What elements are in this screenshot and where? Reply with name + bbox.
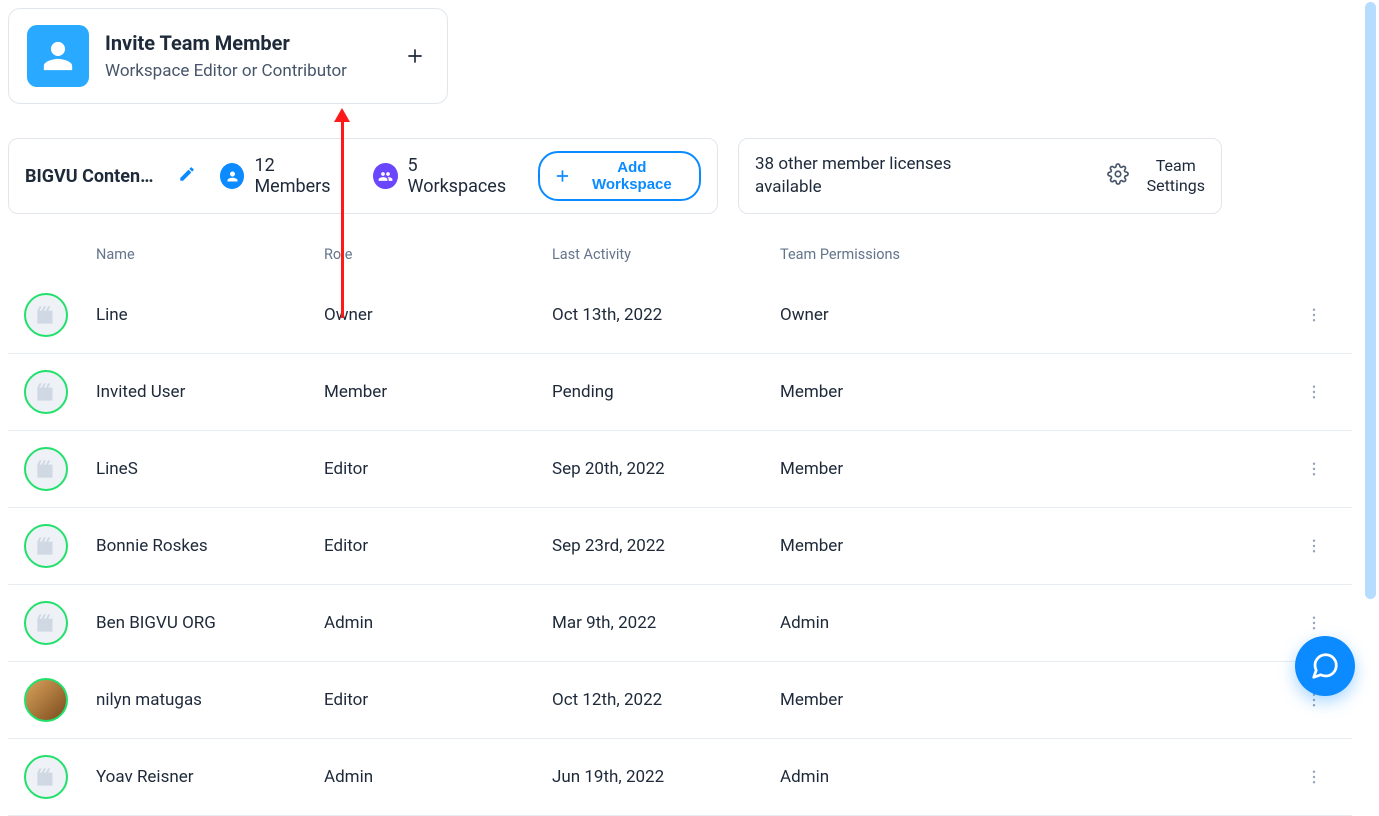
table-row: Ben BIGVU ORGAdminMar 9th, 2022Admin: [8, 585, 1352, 662]
team-settings-link[interactable]: TeamSettings: [1147, 156, 1205, 196]
member-name: Ben BIGVU ORG: [96, 613, 324, 633]
invite-text-block: Invite Team Member Workspace Editor or C…: [105, 31, 401, 81]
invite-title: Invite Team Member: [105, 31, 401, 55]
col-team-permissions: Team Permissions: [780, 246, 1284, 263]
licenses-available-text: 38 other member licenses available: [755, 153, 975, 199]
invite-plus-button[interactable]: [401, 42, 429, 70]
scrollbar[interactable]: [1365, 2, 1376, 599]
member-permissions: Member: [780, 690, 1284, 710]
member-last-activity: Sep 23rd, 2022: [552, 536, 780, 556]
member-avatar: [24, 755, 68, 799]
members-count: 12 Members: [220, 155, 349, 197]
edit-workspace-icon[interactable]: [178, 165, 196, 187]
row-menu-button[interactable]: [1284, 537, 1344, 555]
member-permissions: Member: [780, 536, 1284, 556]
workspaces-count: 5 Workspaces: [373, 155, 514, 197]
member-last-activity: Oct 12th, 2022: [552, 690, 780, 710]
members-icon: [220, 163, 244, 189]
member-role: Owner: [324, 305, 552, 325]
member-last-activity: Pending: [552, 382, 780, 402]
workspace-info-bar: BIGVU Content... 12 Members 5 Workspaces…: [8, 138, 718, 214]
row-menu-button[interactable]: [1284, 614, 1344, 632]
workspaces-icon: [373, 163, 397, 189]
table-row: LineOwnerOct 13th, 2022Owner: [8, 277, 1352, 354]
col-role: Role: [324, 246, 552, 263]
member-permissions: Admin: [780, 767, 1284, 787]
add-workspace-label: Add Workspace: [579, 159, 685, 193]
workspace-name: BIGVU Content...: [25, 166, 154, 187]
workspaces-count-label: 5 Workspaces: [408, 155, 514, 197]
members-count-label: 12 Members: [254, 155, 349, 197]
member-last-activity: Oct 13th, 2022: [552, 305, 780, 325]
member-permissions: Member: [780, 459, 1284, 479]
member-name: Bonnie Roskes: [96, 536, 324, 556]
member-name: Yoav Reisner: [96, 767, 324, 787]
member-role: Admin: [324, 767, 552, 787]
member-permissions: Member: [780, 382, 1284, 402]
member-avatar: [24, 524, 68, 568]
member-role: Editor: [324, 690, 552, 710]
table-row: Invited UserMemberPendingMember: [8, 354, 1352, 431]
member-avatar: [24, 370, 68, 414]
member-role: Admin: [324, 613, 552, 633]
member-last-activity: Jun 19th, 2022: [552, 767, 780, 787]
member-last-activity: Sep 20th, 2022: [552, 459, 780, 479]
member-avatar: [24, 678, 68, 722]
row-menu-button[interactable]: [1284, 460, 1344, 478]
table-row: Yoav ReisnerAdminJun 19th, 2022Admin: [8, 739, 1352, 816]
invite-subtitle: Workspace Editor or Contributor: [105, 61, 401, 81]
member-name: Invited User: [96, 382, 324, 402]
member-permissions: Admin: [780, 613, 1284, 633]
license-info-bar: 38 other member licenses available TeamS…: [738, 138, 1222, 214]
table-row: Bonnie RoskesEditorSep 23rd, 2022Member: [8, 508, 1352, 585]
member-role: Editor: [324, 459, 552, 479]
col-name: Name: [96, 246, 324, 263]
invite-avatar-icon: [27, 25, 89, 87]
col-last-activity: Last Activity: [552, 246, 780, 263]
add-workspace-button[interactable]: Add Workspace: [538, 151, 701, 201]
member-last-activity: Mar 9th, 2022: [552, 613, 780, 633]
row-menu-button[interactable]: [1284, 383, 1344, 401]
table-row: nilyn matugasEditorOct 12th, 2022Member: [8, 662, 1352, 739]
member-avatar: [24, 293, 68, 337]
members-table: Name Role Last Activity Team Permissions…: [8, 246, 1352, 816]
member-permissions: Owner: [780, 305, 1284, 325]
invite-team-card[interactable]: Invite Team Member Workspace Editor or C…: [8, 8, 448, 104]
member-role: Member: [324, 382, 552, 402]
table-row: LineSEditorSep 20th, 2022Member: [8, 431, 1352, 508]
member-role: Editor: [324, 536, 552, 556]
row-menu-button[interactable]: [1284, 768, 1344, 786]
chat-support-button[interactable]: [1295, 636, 1355, 696]
settings-gear-icon[interactable]: [1107, 163, 1129, 189]
member-name: Line: [96, 305, 324, 325]
member-avatar: [24, 447, 68, 491]
table-header-row: Name Role Last Activity Team Permissions: [8, 246, 1352, 277]
member-name: LineS: [96, 459, 324, 479]
member-name: nilyn matugas: [96, 690, 324, 710]
member-avatar: [24, 601, 68, 645]
row-menu-button[interactable]: [1284, 306, 1344, 324]
